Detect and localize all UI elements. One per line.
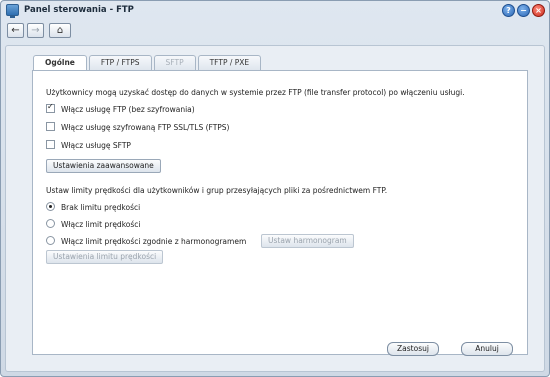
window-title: Panel sterowania - FTP xyxy=(24,4,134,15)
help-icon[interactable]: ? xyxy=(502,4,515,17)
cancel-button[interactable]: Anuluj xyxy=(461,342,513,356)
home-icon: ⌂ xyxy=(56,25,64,36)
no-speed-limit-row[interactable]: Brak limitu prędkości xyxy=(46,202,140,212)
content-area: Ogólne FTP / FTPS SFTP TFTP / PXE Użytko… xyxy=(5,45,545,372)
scheduled-speed-limit-label: Włącz limit prędkości zgodnie z harmonog… xyxy=(61,237,247,246)
tab-sftp: SFTP xyxy=(153,55,196,70)
speed-limit-settings-button: Ustawienia limitu prędkości xyxy=(46,250,164,264)
ftp-option-label: Włącz usługę FTP (bez szyfrowania) xyxy=(61,105,195,114)
arrow-left-icon: ← xyxy=(11,25,20,36)
sftp-checkbox[interactable] xyxy=(46,140,55,149)
tab-tftp-pxe[interactable]: TFTP / PXE xyxy=(197,55,262,70)
tab-general[interactable]: Ogólne xyxy=(33,55,87,71)
minimize-icon[interactable]: − xyxy=(517,4,530,17)
ftp-option-row[interactable]: Włącz usługę FTP (bez szyfrowania) xyxy=(46,102,195,114)
ftp-intro-text: Użytkownicy mogą uzyskać dostęp do danyc… xyxy=(46,88,465,97)
no-speed-limit-label: Brak limitu prędkości xyxy=(61,203,141,212)
speed-limit-radio[interactable] xyxy=(46,219,55,228)
sftp-option-label: Włącz usługę SFTP xyxy=(61,141,131,150)
speed-limit-label: Włącz limit prędkości xyxy=(61,220,141,229)
title-bar: Panel sterowania - FTP ? − × xyxy=(1,1,549,18)
control-panel-window: Panel sterowania - FTP ? − × ← → ⌂ Ogóln… xyxy=(0,0,550,377)
back-button[interactable]: ← xyxy=(7,23,24,38)
apply-button[interactable]: Zastosuj xyxy=(387,342,439,356)
navigation-bar: ← → ⌂ xyxy=(7,23,71,38)
speed-intro-text: Ustaw limity prędkości dla użytkowników … xyxy=(46,186,388,195)
tab-strip: Ogólne FTP / FTPS SFTP TFTP / PXE xyxy=(33,55,262,71)
advanced-settings-button[interactable]: Ustawienia zaawansowane xyxy=(46,159,161,173)
control-panel-icon xyxy=(6,3,19,18)
general-panel: Użytkownicy mogą uzyskać dostęp do danyc… xyxy=(32,70,528,356)
set-schedule-button: Ustaw harmonogram xyxy=(261,234,354,248)
no-speed-limit-radio[interactable] xyxy=(46,202,55,211)
ftps-option-label: Włącz usługę szyfrowaną FTP SSL/TLS (FTP… xyxy=(61,123,230,132)
close-icon[interactable]: × xyxy=(532,4,545,17)
ftps-checkbox[interactable] xyxy=(46,122,55,131)
tab-ftp-ftps[interactable]: FTP / FTPS xyxy=(88,55,152,70)
arrow-right-icon: → xyxy=(31,25,40,36)
forward-button[interactable]: → xyxy=(27,23,44,38)
scheduled-speed-limit-radio[interactable] xyxy=(46,236,55,245)
home-button[interactable]: ⌂ xyxy=(49,23,71,38)
ftps-option-row[interactable]: Włącz usługę szyfrowaną FTP SSL/TLS (FTP… xyxy=(46,122,230,132)
speed-limit-row[interactable]: Włącz limit prędkości xyxy=(46,219,140,229)
ftp-checkbox[interactable] xyxy=(46,102,55,113)
scheduled-speed-limit-row[interactable]: Włącz limit prędkości zgodnie z harmonog… xyxy=(46,236,246,246)
sftp-option-row[interactable]: Włącz usługę SFTP xyxy=(46,140,131,150)
